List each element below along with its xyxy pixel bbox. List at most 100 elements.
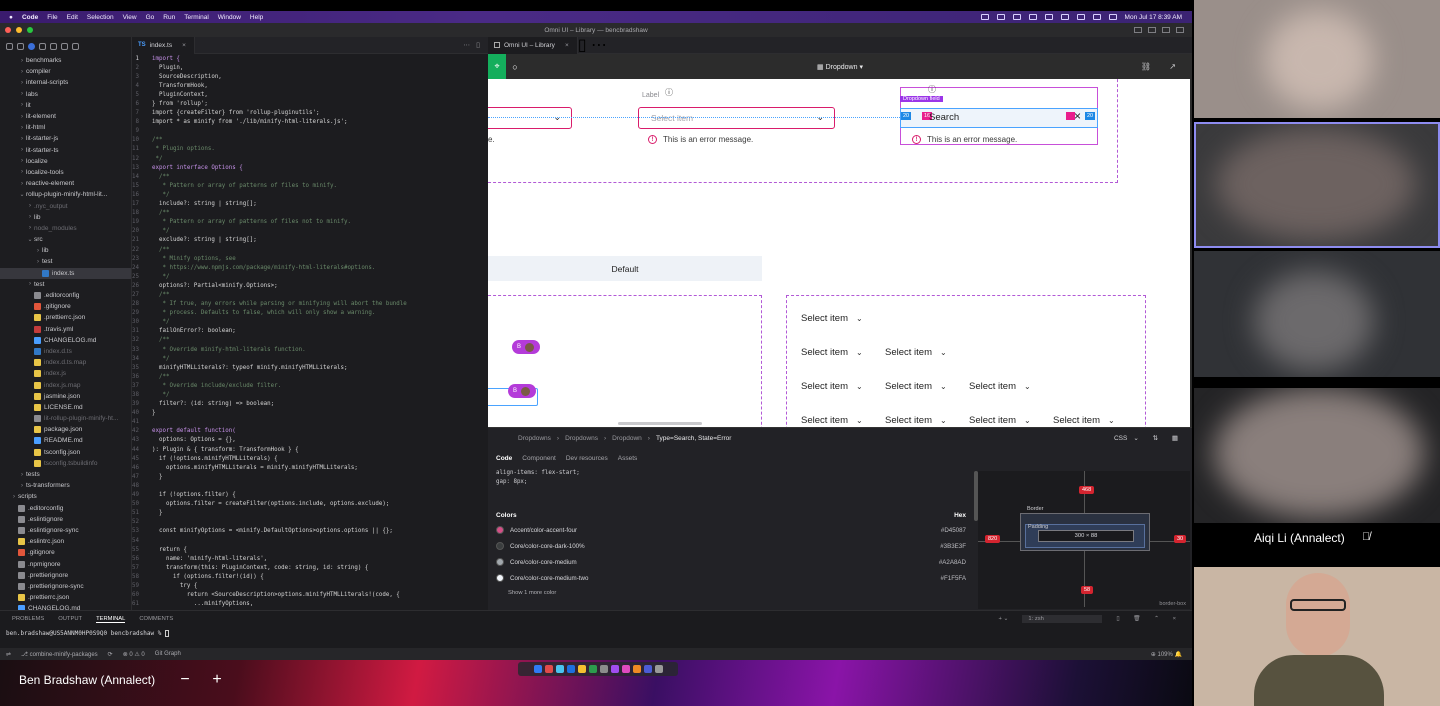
file-item[interactable]: CHANGELOG.md [0, 603, 131, 610]
close-icon[interactable]: × [565, 42, 569, 49]
figma-tab-actions[interactable]: ▯ ⋯ [578, 35, 607, 55]
tab-assets[interactable]: Assets [618, 455, 638, 462]
css-code[interactable]: align-items: flex-start; gap: 8px; [496, 469, 971, 499]
app-icon[interactable] [632, 665, 641, 673]
tab-dev-resources[interactable]: Dev resources [566, 455, 608, 462]
minus-icon[interactable]: − [178, 668, 192, 692]
menu-terminal[interactable]: Terminal [184, 14, 209, 21]
folder-item[interactable]: › compiler [0, 66, 131, 77]
folder-item[interactable]: › lit-starter-js [0, 133, 131, 144]
menu-view[interactable]: View [123, 14, 137, 21]
folder-item[interactable]: › ts-transformers [0, 480, 131, 491]
folder-item[interactable]: › localize-tools [0, 167, 131, 178]
run-debug-icon[interactable] [39, 42, 46, 50]
avatar[interactable]: B [512, 340, 540, 354]
canvas-scrollbar-h[interactable] [618, 422, 702, 425]
app-icon[interactable] [621, 665, 630, 673]
crumb-3[interactable]: Type=Search, State=Error [656, 435, 732, 442]
app-icon[interactable] [599, 665, 608, 673]
source-control-icon[interactable] [28, 42, 35, 50]
plus-icon[interactable]: + [210, 668, 224, 692]
file-item[interactable]: .prettierignore-sync [0, 581, 131, 592]
file-item[interactable]: .prettierignore [0, 570, 131, 581]
participant-video-3[interactable] [1194, 251, 1440, 377]
hex-toggle[interactable]: Hex [954, 512, 966, 519]
app-icon[interactable] [544, 665, 553, 673]
menu-file[interactable]: File [47, 14, 57, 21]
folder-item[interactable]: › internal-scripts [0, 77, 131, 88]
trash-icon[interactable] [654, 665, 663, 673]
participant-video-2[interactable] [1194, 122, 1440, 248]
folder-item[interactable]: › tests [0, 469, 131, 480]
select-item[interactable]: Select item ⌄ [885, 381, 947, 392]
cloud-icon[interactable] [1012, 14, 1021, 20]
tab-terminal[interactable]: TERMINAL [96, 616, 126, 623]
file-item[interactable]: .editorconfig [0, 290, 131, 301]
vscode-icon[interactable] [566, 665, 575, 673]
dropdown-error[interactable]: Select item ⌄ [638, 107, 835, 129]
volume-icon[interactable] [1060, 14, 1069, 20]
select-item[interactable]: Select item ⌄ [801, 313, 863, 324]
file-item[interactable]: .npmignore [0, 558, 131, 569]
control-center-icon[interactable] [1108, 14, 1117, 20]
figma-right-icons[interactable]: ⛓ ↗ [1141, 62, 1192, 71]
tab-component[interactable]: Component [522, 455, 556, 462]
branch-indicator[interactable]: ⎇ combine-minify-packages [21, 651, 98, 658]
folder-item[interactable]: ⌄ src [0, 234, 131, 245]
folder-item[interactable]: › lib [0, 245, 131, 256]
finder-icon[interactable] [533, 665, 542, 673]
select-item[interactable]: Select item ⌄ [969, 415, 1031, 426]
folder-item[interactable]: › labs [0, 89, 131, 100]
folder-item[interactable]: › test [0, 279, 131, 290]
folder-item[interactable]: › node_modules [0, 223, 131, 234]
file-item[interactable]: .gitignore [0, 301, 131, 312]
file-item[interactable]: .editorconfig [0, 503, 131, 514]
file-item[interactable]: .gitignore [0, 547, 131, 558]
folder-item[interactable]: ⌄ rollup-plugin-minify-html-lit... [0, 189, 131, 200]
code-editor[interactable]: 1 import {2 Plugin, 3 SourceDescription, 4 … [132, 54, 488, 610]
crumb-1[interactable]: Dropdowns [565, 435, 598, 442]
folder-item[interactable]: › scripts [0, 491, 131, 502]
file-item[interactable]: tsconfig.tsbuildinfo [0, 458, 131, 469]
shell-select[interactable]: 1: zsh [1022, 615, 1103, 623]
problems-indicator[interactable]: ⊗ 0 ⚠ 0 [123, 651, 145, 658]
app-icon[interactable] [588, 665, 597, 673]
color-row[interactable]: Core/color-core-dark-100% #3B3E3F [496, 538, 971, 554]
file-item[interactable]: LICENSE.md [0, 402, 131, 413]
wifi-icon[interactable] [1092, 14, 1101, 20]
remote-icon[interactable] [72, 42, 79, 50]
close-icon[interactable]: × [182, 42, 186, 49]
menu-help[interactable]: Help [250, 14, 263, 21]
select-item[interactable]: Select item ⌄ [1053, 415, 1115, 426]
tab-output[interactable]: OUTPUT [58, 616, 82, 622]
toggle-sidebar-icon[interactable] [1134, 27, 1142, 33]
dev-mode-icon[interactable]: ⌖ [488, 54, 506, 79]
tab-problems[interactable]: PROBLEMS [12, 616, 44, 622]
participant-video-1[interactable] [1194, 0, 1440, 118]
dropdown-partial[interactable]: ⌄ [488, 107, 572, 129]
file-item[interactable]: tsconfig.json [0, 447, 131, 458]
battery-icon[interactable] [1076, 14, 1085, 20]
menu-edit[interactable]: Edit [67, 14, 78, 21]
editor-actions[interactable]: ⋯ ▯ [463, 41, 488, 49]
avatar[interactable]: B [508, 384, 536, 398]
design-canvas[interactable]: ⌄ e. Label ⓘ Select item ⌄ ! This is an … [488, 79, 1190, 427]
file-item[interactable]: .travis.yml [0, 324, 131, 335]
comment-icon[interactable]: ○ [506, 54, 524, 79]
terminal-actions[interactable]: ▯ 🗑 ⌃ × [1116, 616, 1192, 622]
menu-go[interactable]: Go [146, 14, 155, 21]
menu-run[interactable]: Run [163, 14, 175, 21]
extensions-icon[interactable] [50, 42, 57, 50]
app-icon[interactable] [577, 665, 586, 673]
file-item[interactable]: index.d.ts [0, 346, 131, 357]
file-item[interactable]: index.d.ts.map [0, 357, 131, 368]
file-item[interactable]: index.js [0, 368, 131, 379]
tab-comments[interactable]: COMMENTS [139, 616, 173, 622]
file-item[interactable]: index.ts [0, 267, 131, 279]
folder-item[interactable]: › localize [0, 156, 131, 167]
folder-item[interactable]: › lib [0, 212, 131, 223]
folder-item[interactable]: › test [0, 256, 131, 267]
select-item[interactable]: Select item ⌄ [885, 415, 947, 426]
select-item[interactable]: Select item ⌄ [885, 347, 947, 358]
file-item[interactable]: package.json [0, 424, 131, 435]
